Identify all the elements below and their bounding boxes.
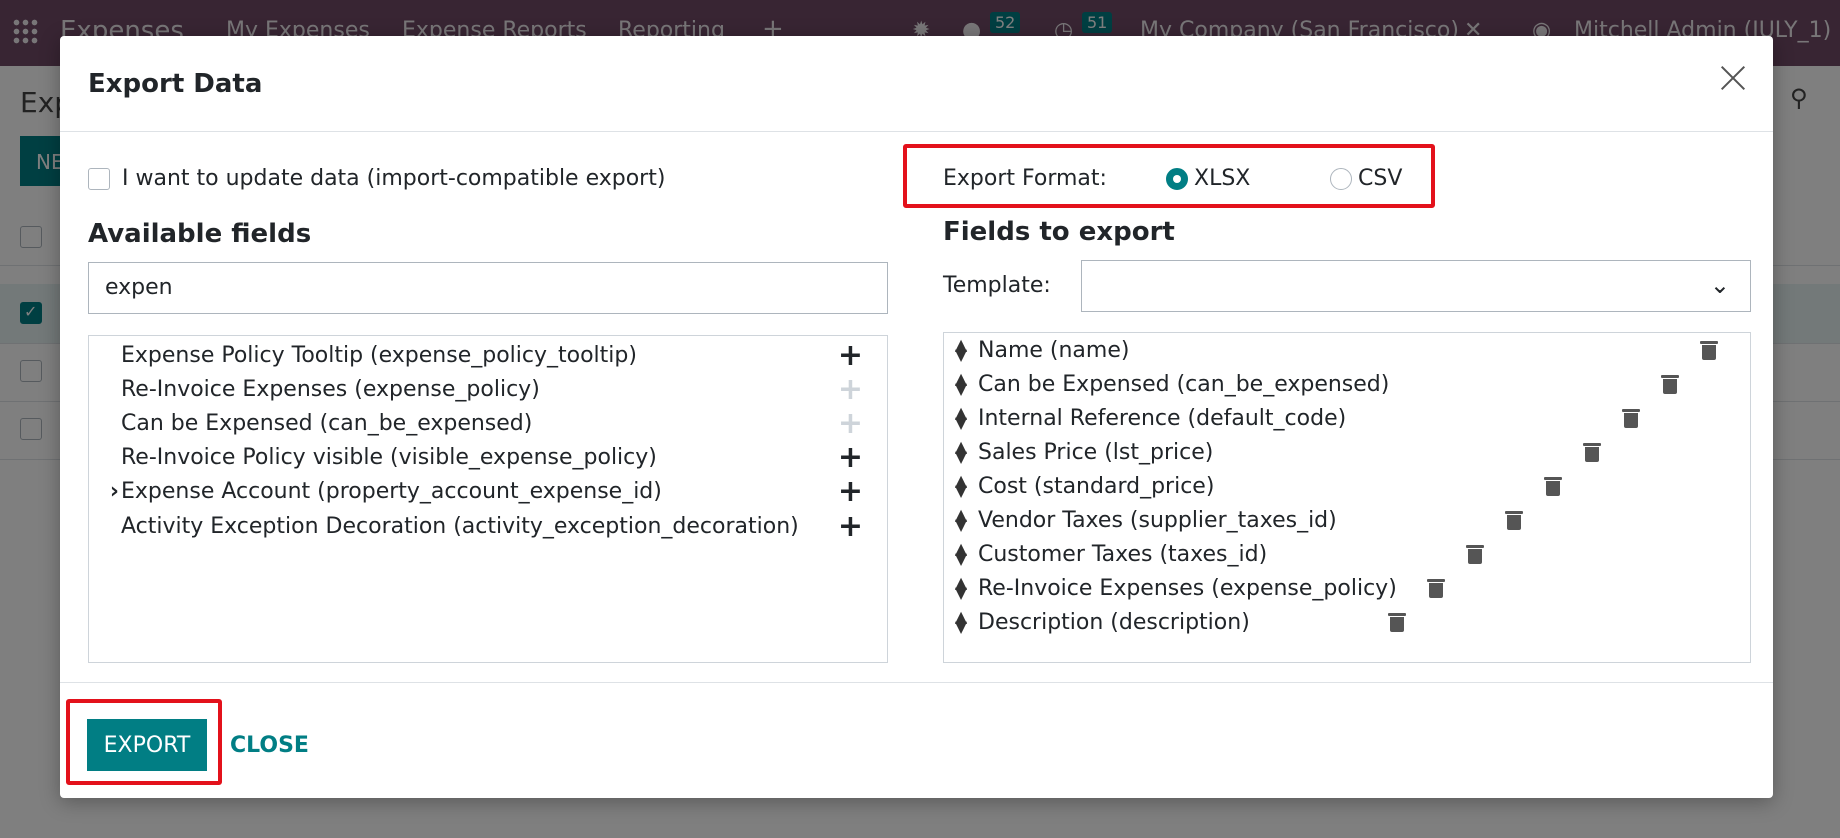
drag-handle-icon[interactable]: ▲ ▼ [944, 609, 978, 635]
fields-to-export-heading: Fields to export [943, 217, 1175, 247]
list-item[interactable]: Re-Invoice Policy visible (visible_expen… [89, 440, 887, 475]
add-field-icon: + [837, 371, 863, 407]
list-item[interactable]: ▲ ▼ Can be Expensed (can_be_expensed) [944, 367, 1390, 401]
field-search-input[interactable]: expen [88, 262, 888, 314]
add-field-icon[interactable]: + [838, 338, 863, 373]
export-data-dialog: Export Data I want to update data (impor… [60, 36, 1773, 798]
drag-handle-icon[interactable]: ▲ ▼ [944, 507, 978, 533]
list-item[interactable]: › Expense Account (property_account_expe… [89, 474, 887, 509]
chevron-down-icon: ⌄ [1709, 271, 1730, 299]
list-item[interactable]: ▲ ▼ Cost (standard_price) [944, 469, 1215, 503]
field-label: Cost (standard_price) [978, 473, 1215, 499]
field-label: Re-Invoice Expenses (expense_policy) [978, 575, 1397, 601]
trash-icon[interactable] [1466, 544, 1484, 564]
trash-icon[interactable] [1700, 340, 1718, 360]
close-button[interactable]: CLOSE [230, 733, 309, 758]
trash-icon[interactable] [1622, 408, 1640, 428]
list-item[interactable]: ▲ ▼ Description (description) [944, 605, 1250, 639]
export-button[interactable]: EXPORT [87, 719, 207, 771]
format-xlsx-option[interactable]: XLSX [1166, 166, 1250, 191]
list-item[interactable]: Activity Exception Decoration (activity_… [89, 509, 887, 544]
drag-handle-icon[interactable]: ▲ ▼ [944, 439, 978, 465]
drag-handle-icon[interactable]: ▲ ▼ [944, 405, 978, 431]
field-label: Name (name) [978, 337, 1130, 363]
list-item[interactable]: ▲ ▼ Re-Invoice Expenses (expense_policy) [944, 571, 1397, 605]
field-label: Can be Expensed (can_be_expensed) [978, 371, 1390, 397]
trash-icon[interactable] [1544, 476, 1562, 496]
trash-icon[interactable] [1427, 578, 1445, 598]
dialog-footer [60, 682, 1773, 798]
add-field-icon[interactable]: + [838, 440, 863, 475]
chevron-right-icon[interactable]: › [89, 479, 121, 504]
trash-icon[interactable] [1388, 612, 1406, 632]
field-label: Description (description) [978, 609, 1250, 635]
format-xlsx-radio[interactable] [1166, 167, 1188, 190]
list-item[interactable]: Re-Invoice Expenses (expense_policy) + [89, 371, 887, 407]
field-label: Expense Account (property_account_expens… [121, 479, 662, 505]
import-compatible-label[interactable]: I want to update data (import-compatible… [122, 166, 665, 191]
available-fields-list: Expense Policy Tooltip (expense_policy_t… [88, 335, 888, 663]
list-item[interactable]: ▲ ▼ Customer Taxes (taxes_id) [944, 537, 1267, 571]
field-label: Customer Taxes (taxes_id) [978, 541, 1268, 567]
list-item[interactable]: ▲ ▼ Vendor Taxes (supplier_taxes_id) [944, 503, 1337, 537]
import-compatible-option[interactable]: I want to update data (import-compatible… [88, 166, 665, 191]
field-label: Expense Policy Tooltip (expense_policy_t… [121, 342, 637, 368]
format-csv-radio[interactable] [1330, 167, 1352, 190]
drag-handle-icon[interactable]: ▲ ▼ [944, 337, 978, 363]
field-label: Vendor Taxes (supplier_taxes_id) [978, 507, 1337, 533]
trash-icon[interactable] [1583, 442, 1601, 462]
available-fields-heading: Available fields [88, 219, 312, 249]
add-field-icon[interactable]: + [838, 509, 863, 544]
add-field-icon: + [837, 405, 863, 441]
drag-handle-icon[interactable]: ▲ ▼ [944, 371, 978, 397]
import-compatible-checkbox[interactable] [88, 167, 110, 190]
drag-handle-icon[interactable]: ▲ ▼ [944, 575, 978, 601]
trash-icon[interactable] [1661, 374, 1679, 394]
format-xlsx-label[interactable]: XLSX [1194, 166, 1250, 191]
template-label: Template: [943, 273, 1051, 298]
list-item[interactable]: ▲ ▼ Name (name) [944, 333, 1130, 367]
field-label: Internal Reference (default_code) [978, 405, 1347, 431]
dialog-header: Export Data [60, 36, 1773, 132]
list-item[interactable]: Can be Expensed (can_be_expensed) + [89, 405, 887, 441]
field-label: Activity Exception Decoration (activity_… [121, 513, 799, 539]
list-item[interactable]: Expense Policy Tooltip (expense_policy_t… [89, 338, 887, 373]
add-field-icon[interactable]: + [838, 474, 863, 509]
trash-icon[interactable] [1505, 510, 1523, 530]
dialog-title: Export Data [88, 69, 263, 99]
field-label: Sales Price (lst_price) [978, 439, 1214, 465]
drag-handle-icon[interactable]: ▲ ▼ [944, 541, 978, 567]
fields-to-export-list: ▲ ▼ Name (name) ▲ ▼ Can be Expensed (can_be_… [943, 332, 1751, 663]
list-item[interactable]: ▲ ▼ Internal Reference (default_code) [944, 401, 1346, 435]
field-label: Re-Invoice Expenses (expense_policy) [121, 376, 540, 402]
template-select[interactable]: ⌄ [1081, 260, 1751, 312]
close-icon[interactable] [1713, 58, 1753, 98]
field-label: Re-Invoice Policy visible (visible_expen… [121, 445, 657, 471]
format-csv-option[interactable]: CSV [1330, 166, 1402, 191]
format-csv-label[interactable]: CSV [1358, 166, 1402, 191]
field-label: Can be Expensed (can_be_expensed) [121, 410, 533, 436]
export-format-label: Export Format: [943, 166, 1107, 191]
list-item[interactable]: ▲ ▼ Sales Price (lst_price) [944, 435, 1214, 469]
drag-handle-icon[interactable]: ▲ ▼ [944, 473, 978, 499]
